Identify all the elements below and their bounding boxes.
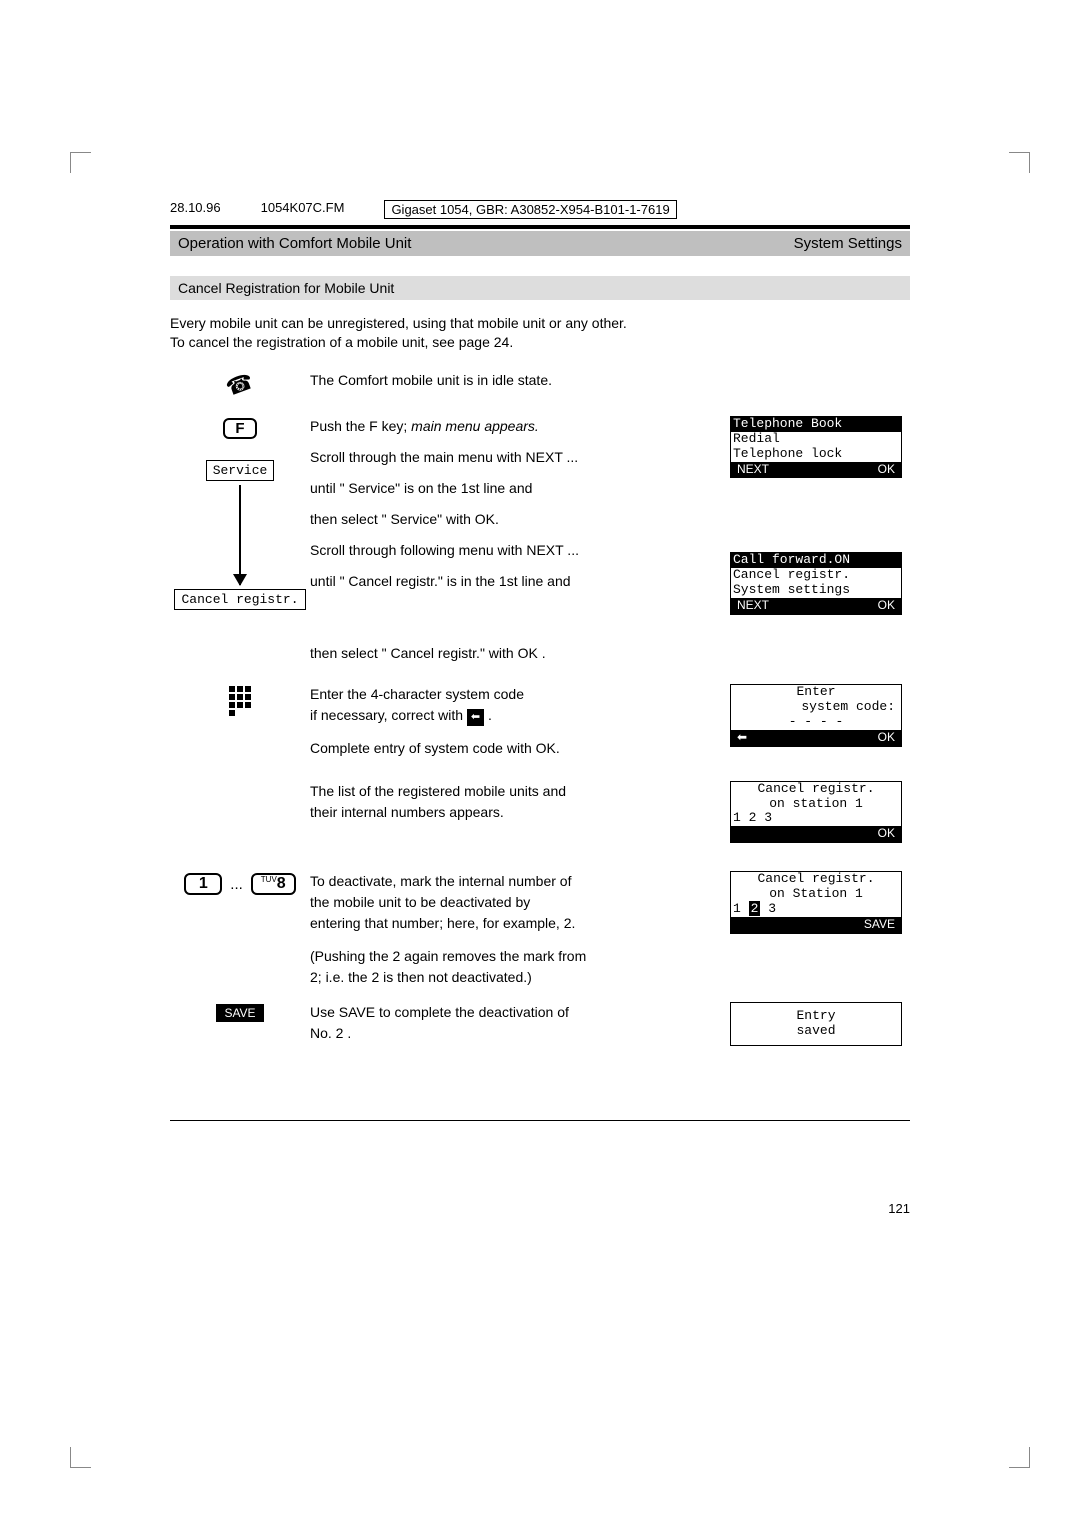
step-save-l1: Use SAVE to complete the deactivation of xyxy=(310,1002,720,1023)
step-idle: The Comfort mobile unit is in idle state… xyxy=(310,370,730,391)
key-8-sup: TUV xyxy=(261,875,277,884)
step-select-service: then select " Service" with OK. xyxy=(310,509,720,530)
lcd3-right: OK xyxy=(872,730,901,746)
step-deact-l3: entering that number; here, for example,… xyxy=(310,913,720,934)
step-until-cancel: until " Cancel registr." is in the 1st l… xyxy=(310,571,720,592)
key-1-icon: 1 xyxy=(184,873,222,895)
lcd5-l3-post: 3 xyxy=(760,901,776,916)
lcd1-l3: Telephone lock xyxy=(731,447,901,462)
cancel-box: Cancel registr. xyxy=(174,589,305,610)
step-deact-l1: To deactivate, mark the internal number … xyxy=(310,871,720,892)
f-key-icon: F xyxy=(223,418,256,439)
lcd5-right: SAVE xyxy=(858,917,901,933)
lcd5-l1: Cancel registr. xyxy=(731,872,901,887)
lcd1-left: NEXT xyxy=(731,462,775,478)
header-docid: Gigaset 1054, GBR: A30852-X954-B101-1-76… xyxy=(384,200,676,219)
flow-diagram: Service Cancel registr. xyxy=(170,460,310,610)
step-complete-code: Complete entry of system code with OK. xyxy=(310,738,720,759)
intro-line2: To cancel the registration of a mobile u… xyxy=(170,334,513,350)
lcd2-right: OK xyxy=(872,598,901,614)
step-scroll-follow: Scroll through following menu with NEXT … xyxy=(310,540,720,561)
lcd3-l1: Enter xyxy=(731,685,901,700)
save-key-icon: SAVE xyxy=(216,1004,263,1022)
lcd1-l2: Redial xyxy=(731,432,901,447)
lcd5-l3-pre: 1 xyxy=(733,901,749,916)
title-bar: Operation with Comfort Mobile Unit Syste… xyxy=(170,231,910,256)
lcd3-l2: system code: xyxy=(731,700,901,715)
page-title: Operation with Comfort Mobile Unit xyxy=(178,235,411,252)
doc-header: 28.10.96 1054K07C.FM Gigaset 1054, GBR: … xyxy=(170,200,910,219)
lcd6-l2: saved xyxy=(731,1024,901,1039)
lcd6-l1: Entry xyxy=(731,1009,901,1024)
header-date: 28.10.96 xyxy=(170,200,221,219)
step-save-l2: No. 2 . xyxy=(310,1023,720,1044)
keypad-icon xyxy=(229,686,251,716)
step-enter-code-l2: if necessary, correct with ⬅ . xyxy=(310,705,720,726)
lcd-main-menu: Telephone Book Redial Telephone lock NEX… xyxy=(730,416,902,479)
lcd2-l1: Call forward.ON xyxy=(731,553,901,568)
step-push-f-pre: Push the F key; xyxy=(310,418,411,434)
service-box: Service xyxy=(206,460,275,481)
step-until-service: until " Service" is on the 1st line and xyxy=(310,478,720,499)
arrow-down-icon xyxy=(239,485,241,585)
step-enter-code-l1: Enter the 4-character system code xyxy=(310,684,720,705)
lcd3-left: ⬅ xyxy=(731,730,753,746)
lcd4-l3: 1 2 3 xyxy=(731,811,901,826)
lcd-service-menu: Call forward.ON Cancel registr. System s… xyxy=(730,552,902,615)
step-list-l2: their internal numbers appears. xyxy=(310,802,720,823)
key-8-icon: TUV8 xyxy=(251,873,296,895)
lcd4-l1: Cancel registr. xyxy=(731,782,901,797)
lcd-mark-unit: Cancel registr. on Station 1 1 2 3 SAVE xyxy=(730,871,902,934)
step-push-f: Push the F key; main menu appears. xyxy=(310,416,720,437)
header-file: 1054K07C.FM xyxy=(261,200,345,219)
step-deact-l2: the mobile unit to be deactivated by xyxy=(310,892,720,913)
key-8-num: 8 xyxy=(277,875,286,892)
lcd5-l2: on Station 1 xyxy=(731,887,901,902)
step-push-f-em: main menu appears. xyxy=(411,418,539,434)
ellipsis: ... xyxy=(230,876,243,893)
lcd5-l3: 1 2 3 xyxy=(731,902,901,917)
enter-code-pre: if necessary, correct with xyxy=(310,707,467,723)
page-content: 28.10.96 1054K07C.FM Gigaset 1054, GBR: … xyxy=(170,200,910,1216)
divider xyxy=(170,225,910,229)
step-select-cancel: then select " Cancel registr." with OK . xyxy=(310,643,730,664)
lcd1-l1: Telephone Book xyxy=(731,417,901,432)
lcd5-l3-mark: 2 xyxy=(749,901,761,916)
step-push2-l2: 2; i.e. the 2 is then not deactivated.) xyxy=(310,967,720,988)
lcd4-l2: on station 1 xyxy=(731,797,901,812)
page-number: 121 xyxy=(170,1201,910,1216)
lcd-list-units: Cancel registr. on station 1 1 2 3 OK xyxy=(730,781,902,844)
lcd4-right: OK xyxy=(872,826,901,842)
footer-rule xyxy=(170,1120,910,1121)
enter-code-post: . xyxy=(484,707,492,723)
lcd1-right: OK xyxy=(872,462,901,478)
backspace-icon: ⬅ xyxy=(467,709,484,726)
step-list-l1: The list of the registered mobile units … xyxy=(310,781,720,802)
step-push2-l1: (Pushing the 2 again removes the mark fr… xyxy=(310,946,720,967)
lcd-entry-saved: Entry saved xyxy=(730,1002,902,1046)
lcd2-l3: System settings xyxy=(731,583,901,598)
lcd-enter-code: Enter system code: - - - - ⬅ OK xyxy=(730,684,902,747)
intro-text: Every mobile unit can be unregistered, u… xyxy=(170,314,910,352)
intro-line1: Every mobile unit can be unregistered, u… xyxy=(170,315,627,331)
section-heading: Cancel Registration for Mobile Unit xyxy=(170,276,910,300)
lcd3-l3: - - - - xyxy=(731,715,901,730)
page-subtitle: System Settings xyxy=(794,235,902,252)
lcd2-left: NEXT xyxy=(731,598,775,614)
step-scroll-next: Scroll through the main menu with NEXT .… xyxy=(310,447,720,468)
lcd2-l2: Cancel registr. xyxy=(731,568,901,583)
handset-icon: ☎ xyxy=(223,368,258,402)
